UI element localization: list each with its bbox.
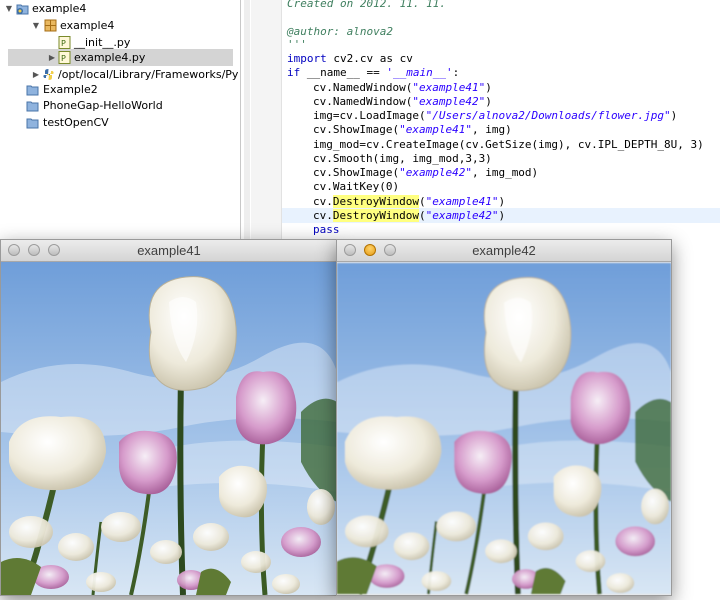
project-explorer: ▼ example4 ▼ example4 P __init__.py ▶ P … — [0, 0, 241, 240]
code-text: : — [452, 66, 460, 79]
project-folder-icon — [26, 101, 39, 112]
explorer-scroll-track[interactable] — [244, 0, 250, 240]
code-text: cv. — [313, 209, 333, 222]
svg-text:P: P — [61, 39, 66, 48]
project-folder-icon — [26, 118, 39, 129]
code-line: cv.ShowImage("example41", img) — [313, 122, 512, 137]
string-literal: "example42" — [425, 209, 499, 222]
keyword: pass — [313, 223, 340, 236]
occurrence-highlight: DestroyWindow — [332, 195, 419, 208]
string-literal: "example41" — [425, 195, 499, 208]
code-line: import cv2.cv as cv — [287, 51, 413, 66]
python-file-icon: P — [58, 36, 71, 49]
code-text: cv.Smooth(img, img_mod,3,3) — [313, 152, 492, 165]
tree-item-label: example4 — [60, 19, 115, 32]
code-text: cv.ShowImage( — [313, 166, 400, 179]
flower-image-smoothed — [337, 262, 671, 595]
tree-item-example4-py[interactable]: ▶ P example4.py — [8, 49, 233, 66]
flower-image — [1, 262, 337, 595]
tree-item-example4-package[interactable]: ▼ example4 — [0, 17, 238, 34]
code-line: cv.NamedWindow("example41") — [313, 80, 492, 95]
image-window-example41[interactable]: example41 — [0, 239, 338, 596]
code-text: cv. — [313, 195, 333, 208]
tulip-photo-original — [1, 262, 337, 595]
code-text: ( — [418, 195, 426, 208]
code-text: ) — [498, 209, 506, 222]
string-literal: "example42" — [412, 95, 486, 108]
code-text: ) — [485, 95, 492, 108]
code-line: cv.ShowImage("example42", img_mod) — [313, 165, 538, 180]
code-text: img=cv.LoadImage( — [313, 109, 426, 122]
python-project-icon — [16, 4, 29, 15]
string-literal: "/Users/alnova2/Downloads/flower.jpg" — [425, 109, 671, 122]
string-literal: "example41" — [399, 123, 472, 136]
docstring-close: ''' — [287, 38, 307, 51]
code-line: if __name__ == '__main__': — [287, 65, 459, 80]
window-title: example41 — [137, 243, 201, 258]
string-literal: '__main__' — [386, 66, 453, 79]
tree-item-label: example4 — [32, 2, 87, 15]
code-line: img_mod=cv.CreateImage(cv.GetSize(img), … — [313, 137, 704, 152]
code-line: cv.NamedWindow("example42") — [313, 94, 492, 109]
code-text: ) — [485, 81, 492, 94]
tree-item-label: testOpenCV — [43, 116, 109, 129]
string-literal: "example41" — [412, 81, 486, 94]
expanded-triangle-icon[interactable]: ▼ — [3, 0, 15, 17]
code-text: cv.NamedWindow( — [313, 95, 413, 108]
code-text: cv.NamedWindow( — [313, 81, 413, 94]
expanded-triangle-icon[interactable]: ▼ — [30, 17, 42, 34]
code-line: cv.Smooth(img, img_mod,3,3) — [313, 151, 492, 166]
code-text: ) — [670, 109, 678, 122]
tree-item-label: Example2 — [43, 83, 98, 96]
code-text: img_mod=cv.CreateImage(cv.GetSize(img), … — [313, 138, 704, 151]
code-text: ) — [498, 195, 506, 208]
code-line: ''' — [287, 37, 307, 52]
code-text: , img_mod) — [471, 166, 539, 179]
tree-item-label: example4.py — [74, 51, 146, 64]
string-literal: "example42" — [399, 166, 472, 179]
code-text: cv.ShowImage( — [313, 123, 400, 136]
keyword: if — [287, 66, 301, 79]
code-editor[interactable]: Created on 2012. 11. 11. @author: alnova… — [251, 0, 720, 240]
keyword: import — [287, 52, 327, 65]
window-title: example42 — [472, 243, 536, 258]
window-titlebar[interactable]: example41 — [1, 240, 337, 262]
code-line: Created on 2012. 11. 11. — [287, 0, 446, 11]
tulip-photo-smoothed — [337, 262, 671, 595]
current-line: cv.DestroyWindow("example42") — [282, 208, 720, 223]
tree-item-phonegap-helloworld[interactable]: PhoneGap-HelloWorld — [0, 97, 238, 114]
package-icon — [44, 19, 57, 32]
code-text: cv2.cv as cv — [326, 52, 413, 65]
collapsed-triangle-icon[interactable]: ▶ — [46, 49, 58, 66]
tree-item-label: PhoneGap-HelloWorld — [43, 99, 163, 112]
tree-item-testopencv[interactable]: testOpenCV — [0, 114, 238, 131]
svg-text:P: P — [61, 54, 66, 63]
code-text: __name__ == — [300, 66, 387, 79]
python-file-icon: P — [58, 51, 71, 64]
code-text: cv.WaitKey(0) — [313, 180, 400, 193]
tree-item-example4-project[interactable]: ▼ example4 — [0, 0, 238, 17]
tree-item-example2[interactable]: Example2 — [0, 81, 238, 98]
code-line: img=cv.LoadImage("/Users/alnova2/Downloa… — [313, 108, 677, 123]
comment-text: Created on 2012. 11. 11. — [287, 0, 446, 10]
occurrence-highlight: DestroyWindow — [332, 209, 419, 222]
python-interpreter-icon — [43, 69, 54, 80]
editor-gutter — [251, 0, 282, 240]
project-folder-icon — [26, 85, 39, 96]
code-line: cv.DestroyWindow("example41") — [313, 194, 505, 209]
code-text: , img) — [471, 123, 512, 136]
code-line: pass — [313, 222, 340, 237]
image-window-example42[interactable]: example42 — [336, 239, 672, 596]
code-text: ( — [418, 209, 426, 222]
window-titlebar[interactable]: example42 — [337, 240, 671, 262]
code-line: cv.WaitKey(0) — [313, 179, 399, 194]
